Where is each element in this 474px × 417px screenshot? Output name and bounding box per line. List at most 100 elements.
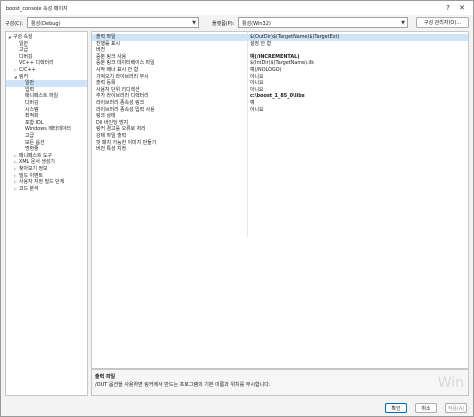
tree-item-label: 시스템 [25, 106, 39, 113]
tree-item[interactable]: VC++ 디렉터리 [6, 60, 87, 67]
property-row[interactable]: 버전 특성 지정 [92, 146, 468, 153]
property-row[interactable]: 출력 등록 아니요 [92, 80, 468, 87]
tree-item-label: 모든 옵션 [25, 139, 45, 146]
property-value[interactable]: c:\boost_1_85_0\libs [250, 93, 305, 100]
tree-item[interactable]: 디버깅 [6, 100, 87, 107]
property-row[interactable]: 라이브러리 종속성 입력 사용 아니요 [92, 107, 468, 114]
platform-value: 활성(Win32) [242, 21, 271, 27]
chevron-down-icon: ▼ [401, 20, 405, 26]
tree-item-label: 입력 [25, 86, 34, 93]
property-grid[interactable]: 출력 파일 $(OutDir)$(TargetName)$(TargetExt) 진… [91, 31, 469, 369]
property-row[interactable]: 핫 패치 가능한 이미지 만들기 [92, 140, 468, 147]
tree-item-label: 링커 [19, 73, 28, 80]
tree-item[interactable]: ▷ 사용자 지정 빌드 단계 [6, 179, 87, 186]
tree-item-label: XML 문서 생성기 [19, 159, 55, 166]
window-title: boost_console 속성 페이지 [6, 6, 68, 12]
tree-item[interactable]: 일반 [6, 80, 87, 87]
configuration-value: 활성(Debug) [31, 21, 61, 27]
tree-item[interactable]: 일반 [6, 41, 87, 48]
property-row[interactable]: 강제 파일 출력 [92, 133, 468, 140]
tree-item[interactable]: 시스템 [6, 107, 87, 114]
tree-item-label: 일반 [25, 80, 34, 87]
configuration-bar: 구성(C): 활성(Debug) ▼ 플랫폼(P): 활성(Win32) ▼ 구… [1, 15, 473, 31]
tree-item-label: C/C++ [19, 67, 36, 73]
tree-item-label: 매니페스트 도구 [19, 152, 53, 159]
tree-item-label: 포함 IDL [25, 119, 44, 126]
tree-item-label: 고급 [25, 133, 34, 139]
property-name: 증분 링크 데이터베이스 파일 [96, 60, 155, 67]
tree-item[interactable]: 고급 [6, 133, 87, 140]
tree-item[interactable]: 명령줄 [6, 146, 87, 153]
description-text: /OUT 옵션을 사용하면 링커에서 만드는 프로그램의 기본 이름과 위치를 … [95, 382, 271, 388]
property-row[interactable]: 가져오기 라이브러리 무시 아니요 [92, 74, 468, 81]
help-icon[interactable]: ? [443, 3, 453, 13]
tree-item[interactable]: ◢ 링커 [6, 74, 87, 81]
property-name: 추가 라이브러리 디렉터리 [96, 93, 149, 100]
property-name: 버전 [96, 47, 105, 54]
property-name: 강제 파일 출력 [96, 133, 127, 139]
tree-item-label: 사용자 지정 빌드 단계 [19, 179, 65, 186]
tree-item[interactable]: 모든 옵션 [6, 140, 87, 147]
tree-item-label: 디버깅 [25, 100, 39, 106]
property-row[interactable]: 링크 상태 [92, 113, 468, 120]
tree-item[interactable]: ◢ 구성 속성 [6, 34, 87, 41]
tree-item[interactable]: 매니페스트 파일 [6, 93, 87, 100]
tree-item-label: 디버깅 [19, 53, 33, 60]
category-tree[interactable]: ◢ 구성 속성 일반 고급 디버깅 VC++ 디렉터리 ▷ C/C++ ◢ 링커 일반 입력 매니페스트… [5, 31, 88, 396]
tree-item-label: VC++ 디렉터리 [19, 60, 54, 67]
property-row[interactable]: Dll 바인딩 방지 [92, 120, 468, 127]
property-name: 버전 특성 지정 [96, 146, 127, 153]
property-name: 시작 배너 표시 안 함 [96, 67, 139, 73]
property-value[interactable]: 아니요 [250, 80, 264, 87]
property-name: 출력 등록 [96, 80, 116, 87]
chevron-down-icon: ▼ [192, 20, 196, 26]
tree-item-label: 고급 [19, 47, 28, 54]
property-row[interactable]: 진행률 표시 설정 안 함 [92, 41, 468, 48]
tree-item-label: 매니페스트 파일 [25, 93, 59, 100]
property-value[interactable]: 예(/INCREMENTAL) [250, 54, 300, 61]
configuration-label: 구성(C): [5, 21, 24, 27]
ok-button[interactable]: 확인 [385, 403, 407, 413]
tree-item[interactable]: ▷ XML 문서 생성기 [6, 159, 87, 166]
tree-item[interactable]: 최적화 [6, 113, 87, 120]
property-value[interactable]: 설정 안 함 [250, 41, 271, 48]
close-icon[interactable]: ✕ [457, 3, 467, 13]
tree-item-label: 일반 [19, 40, 28, 47]
property-row[interactable]: 출력 파일 $(OutDir)$(TargetName)$(TargetExt) [92, 34, 468, 41]
description-title: 출력 파일 [95, 374, 116, 380]
activation-watermark: Win [437, 375, 464, 391]
property-value[interactable]: 아니요 [250, 87, 264, 94]
tree-item-label: 찾아보기 정보 [19, 166, 48, 172]
property-name: 링크 상태 [96, 113, 116, 120]
apply-button[interactable]: 적용(A) [445, 403, 467, 413]
tree-item[interactable]: ▷ 코드 분석 [6, 186, 87, 193]
description-panel: 출력 파일 /OUT 옵션을 사용하면 링커에서 만드는 프로그램의 기본 이름… [91, 369, 469, 396]
property-name: 라이브러리 종속성 링크 [96, 100, 145, 106]
property-value[interactable]: $(OutDir)$(TargetName)$(TargetExt) [250, 34, 339, 41]
property-row[interactable]: 증분 링크 데이터베이스 파일 $(IntDir)$(TargetName).il… [92, 60, 468, 67]
platform-label: 플랫폼(P): [212, 21, 235, 27]
property-value[interactable]: $(IntDir)$(TargetName).ilk [250, 60, 314, 67]
configuration-manager-button[interactable]: 구성 관리자(O)... [416, 17, 469, 28]
tree-item-label: 최적화 [25, 113, 39, 120]
cancel-button[interactable]: 취소 [415, 403, 437, 413]
property-row[interactable]: 추가 라이브러리 디렉터리 c:\boost_1_85_0\libs [92, 93, 468, 100]
property-name: 링커 경고를 오류로 처리 [96, 126, 146, 133]
property-row[interactable]: 링커 경고를 오류로 처리 [92, 126, 468, 133]
tree-item-label: Windows 메타데이터 [25, 126, 71, 133]
property-value[interactable]: 예(/NOLOGO) [250, 67, 282, 74]
configuration-dropdown[interactable]: 활성(Debug) ▼ [27, 17, 199, 28]
property-pages-window: boost_console 속성 페이지 ? ✕ 구성(C): 활성(Debug… [0, 0, 474, 417]
platform-dropdown[interactable]: 활성(Win32) ▼ [238, 17, 408, 28]
tree-item[interactable]: ▷ C/C++ [6, 67, 87, 74]
property-value[interactable]: 아니요 [250, 107, 264, 114]
property-row[interactable]: 버전 [92, 47, 468, 54]
tree-item-label: 명령줄 [25, 146, 39, 153]
property-name: 출력 파일 [96, 34, 116, 40]
tree-item[interactable]: Windows 메타데이터 [6, 126, 87, 133]
property-row[interactable]: 시작 배너 표시 안 함 예(/NOLOGO) [92, 67, 468, 74]
property-row[interactable]: 라이브러리 종속성 링크 예 [92, 100, 468, 107]
tree-item[interactable]: 고급 [6, 47, 87, 54]
tree-item[interactable]: ▷ 찾아보기 정보 [6, 166, 87, 173]
property-value[interactable]: 예 [250, 100, 255, 107]
